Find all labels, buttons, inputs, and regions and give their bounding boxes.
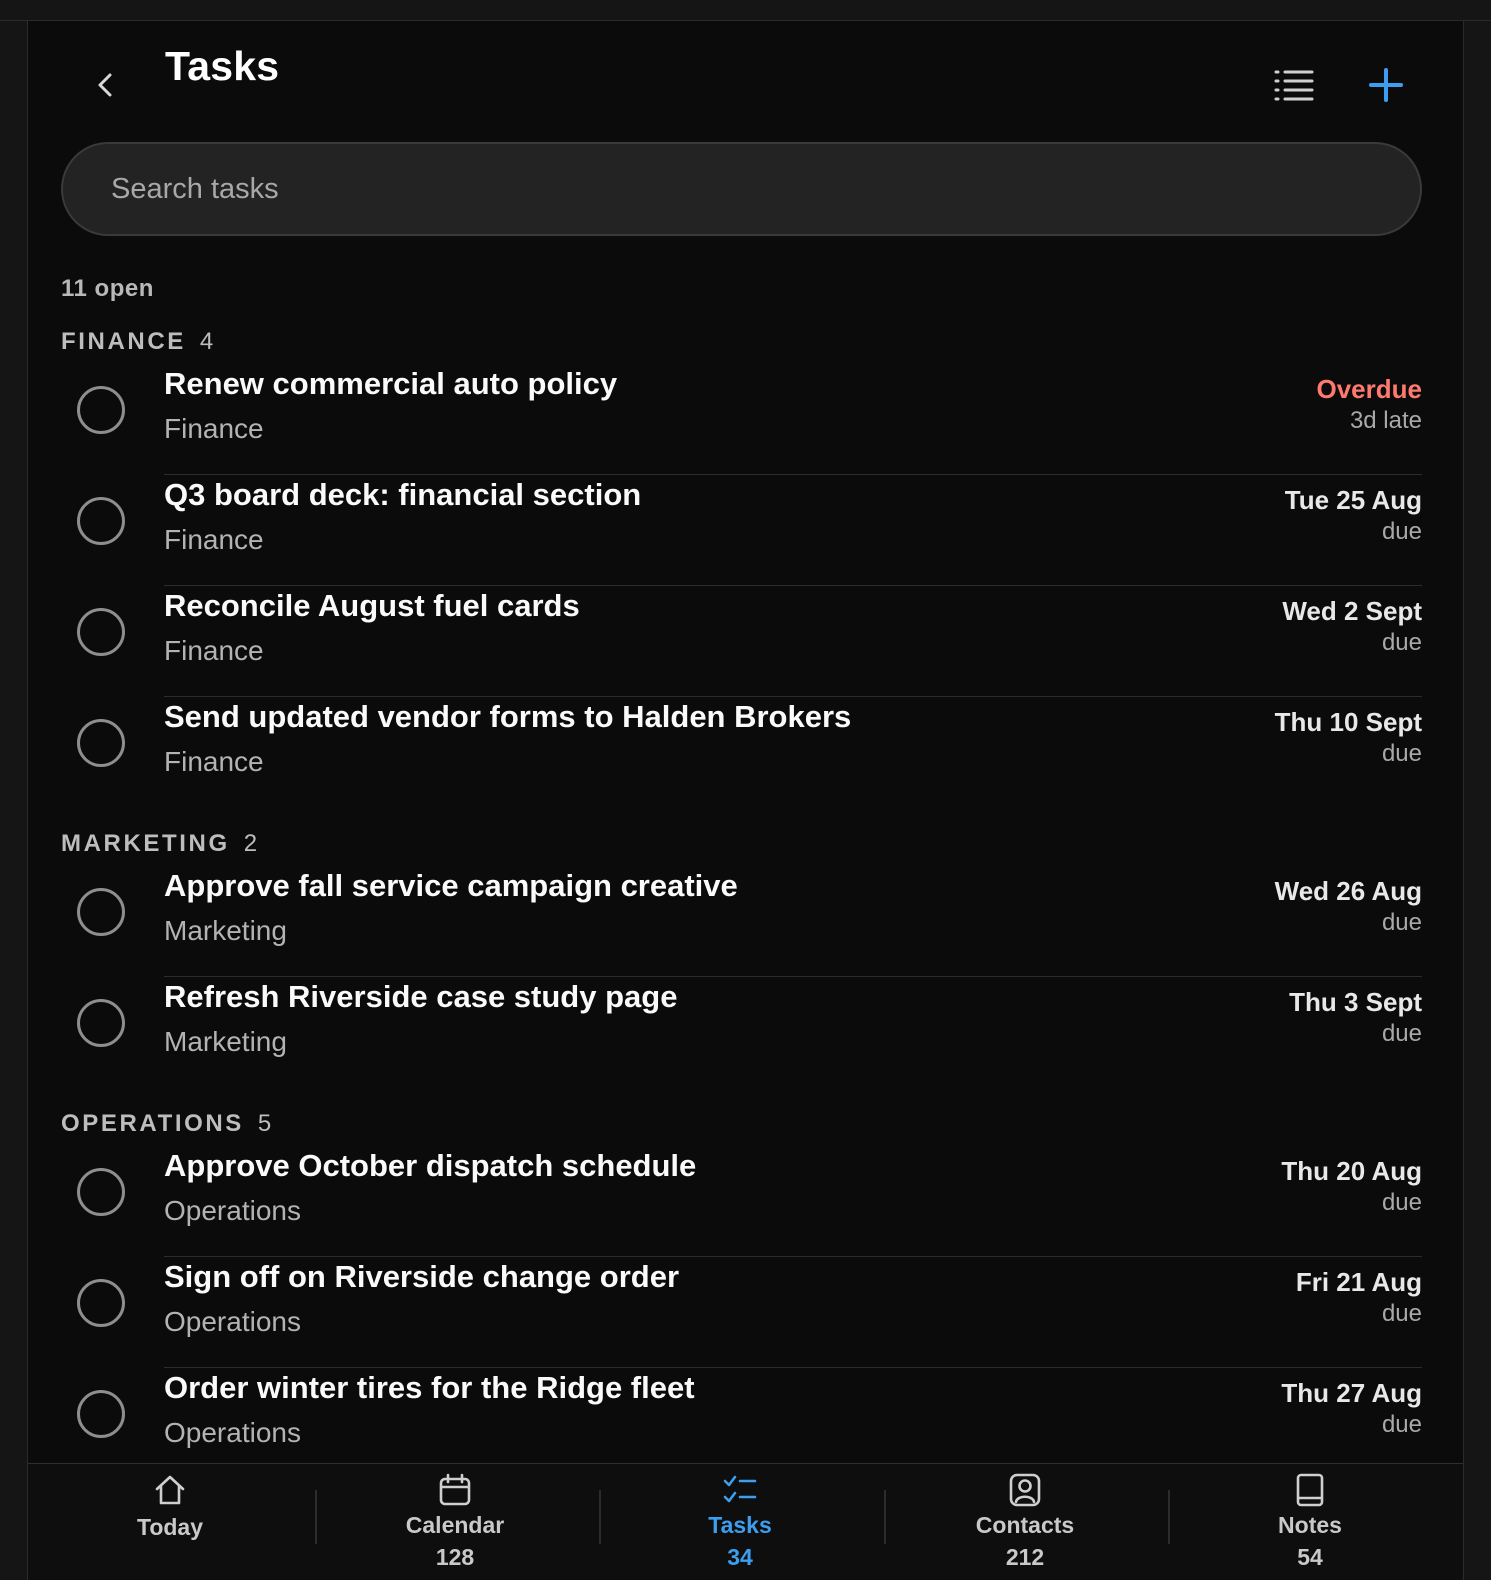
task-category: Marketing <box>164 915 287 946</box>
back-button[interactable] <box>86 65 126 105</box>
task-row[interactable]: Reconcile August fuel cards Finance Wed … <box>61 586 1422 697</box>
task-due-sub: due <box>1381 909 1422 936</box>
task-due-sub: due <box>1381 1020 1422 1047</box>
section-count: 2 <box>243 830 258 857</box>
task-checkbox[interactable] <box>77 999 125 1047</box>
task-title: Order winter tires for the Ridge fleet <box>164 1370 695 1405</box>
chevron-left-icon <box>98 73 112 97</box>
section-title: FINANCE <box>61 328 186 355</box>
task-due-date: Thu 27 Aug <box>1281 1378 1422 1408</box>
tasks-icon <box>723 1475 757 1503</box>
task-category: Finance <box>164 635 264 666</box>
nav-calendar[interactable]: Calendar 128 <box>313 1464 597 1580</box>
task-title: Q3 board deck: financial section <box>164 477 642 512</box>
task-due-date: Wed 26 Aug <box>1274 876 1422 906</box>
task-category: Marketing <box>164 1026 287 1057</box>
task-title: Refresh Riverside case study page <box>164 979 678 1014</box>
task-due-date: Thu 3 Sept <box>1289 987 1422 1017</box>
task-row[interactable]: Approve fall service campaign creative M… <box>61 866 1422 977</box>
nav-label: Notes <box>1278 1512 1342 1538</box>
task-due-sub: due <box>1381 518 1422 545</box>
task-row[interactable]: Renew commercial auto policy Finance Ove… <box>61 364 1422 475</box>
task-row[interactable]: Approve October dispatch schedule Operat… <box>61 1146 1422 1257</box>
task-category: Operations <box>164 1417 301 1448</box>
notes-icon <box>1296 1473 1324 1507</box>
plus-icon <box>1369 68 1403 102</box>
nav-tasks[interactable]: Tasks 34 <box>598 1464 882 1580</box>
task-title: Approve October dispatch schedule <box>164 1148 697 1183</box>
task-checkbox[interactable] <box>77 888 125 936</box>
task-category: Finance <box>164 524 264 555</box>
nav-count: 128 <box>435 1544 475 1570</box>
task-due-sub: due <box>1381 1411 1422 1438</box>
task-title: Sign off on Riverside change order <box>164 1259 680 1294</box>
bottom-nav: Today Calendar 128 Tasks 34 Contacts 212… <box>28 1463 1463 1580</box>
task-due-date: Thu 10 Sept <box>1274 707 1422 737</box>
task-checkbox[interactable] <box>77 719 125 767</box>
list-view-button[interactable] <box>1272 65 1316 105</box>
task-due-date: Thu 20 Aug <box>1281 1156 1422 1186</box>
nav-contacts[interactable]: Contacts 212 <box>883 1464 1167 1580</box>
task-due-sub: due <box>1381 1189 1422 1216</box>
section-count: 4 <box>199 328 214 355</box>
task-row[interactable]: Refresh Riverside case study page Market… <box>61 977 1422 1088</box>
task-category: Finance <box>164 413 264 444</box>
task-title: Send updated vendor forms to Halden Brok… <box>164 699 852 734</box>
list-icon <box>1274 70 1314 101</box>
task-title: Reconcile August fuel cards <box>164 588 580 623</box>
task-due-sub: 3d late <box>1349 407 1422 434</box>
task-category: Operations <box>164 1195 301 1226</box>
task-row[interactable]: Sign off on Riverside change order Opera… <box>61 1257 1422 1368</box>
task-checkbox[interactable] <box>77 1279 125 1327</box>
nav-label: Calendar <box>405 1512 505 1538</box>
task-overdue-badge: Overdue <box>1316 374 1423 404</box>
task-due-date: Wed 2 Sept <box>1282 596 1422 626</box>
section-title: OPERATIONS <box>61 1110 244 1137</box>
task-due-date: Tue 25 Aug <box>1284 485 1422 515</box>
nav-count: 54 <box>1297 1544 1323 1570</box>
open-count: 11 open <box>61 275 154 302</box>
task-category: Finance <box>164 746 264 777</box>
nav-notes[interactable]: Notes 54 <box>1168 1464 1452 1580</box>
nav-count: 212 <box>1005 1544 1045 1570</box>
add-task-button[interactable] <box>1364 63 1408 107</box>
task-due-sub: due <box>1381 1300 1422 1327</box>
nav-label: Contacts <box>975 1512 1075 1538</box>
window-top-bar <box>0 0 1491 21</box>
task-category: Operations <box>164 1306 301 1337</box>
task-checkbox[interactable] <box>77 497 125 545</box>
contacts-icon <box>1009 1473 1041 1507</box>
section-title: MARKETING <box>61 830 230 857</box>
section-header-finance: FINANCE 4 <box>61 328 213 356</box>
task-row[interactable]: Send updated vendor forms to Halden Brok… <box>61 697 1422 808</box>
task-due-date: Fri 21 Aug <box>1295 1267 1422 1297</box>
search-bar <box>61 142 1422 236</box>
page-title: Tasks <box>165 43 280 89</box>
task-checkbox[interactable] <box>77 1168 125 1216</box>
section-header-operations: OPERATIONS 5 <box>61 1110 271 1138</box>
task-due-sub: due <box>1381 740 1422 767</box>
section-header-marketing: MARKETING 2 <box>61 830 257 858</box>
calendar-icon <box>439 1473 471 1506</box>
task-checkbox[interactable] <box>77 608 125 656</box>
task-due-sub: due <box>1381 629 1422 656</box>
task-row[interactable]: Q3 board deck: financial section Finance… <box>61 475 1422 586</box>
app-frame: Tasks 11 open FINANCE 4 Renew commercial … <box>27 21 1464 1580</box>
task-checkbox[interactable] <box>77 1390 125 1438</box>
section-count: 5 <box>257 1110 272 1137</box>
nav-count: 34 <box>727 1544 753 1570</box>
task-title: Renew commercial auto policy <box>164 366 618 401</box>
task-checkbox[interactable] <box>77 386 125 434</box>
search-input[interactable] <box>63 144 1420 234</box>
nav-label: Today <box>136 1514 204 1540</box>
nav-label: Tasks <box>708 1512 772 1538</box>
nav-today[interactable]: Today <box>28 1464 312 1580</box>
home-icon <box>155 1475 185 1505</box>
task-title: Approve fall service campaign creative <box>164 868 738 903</box>
